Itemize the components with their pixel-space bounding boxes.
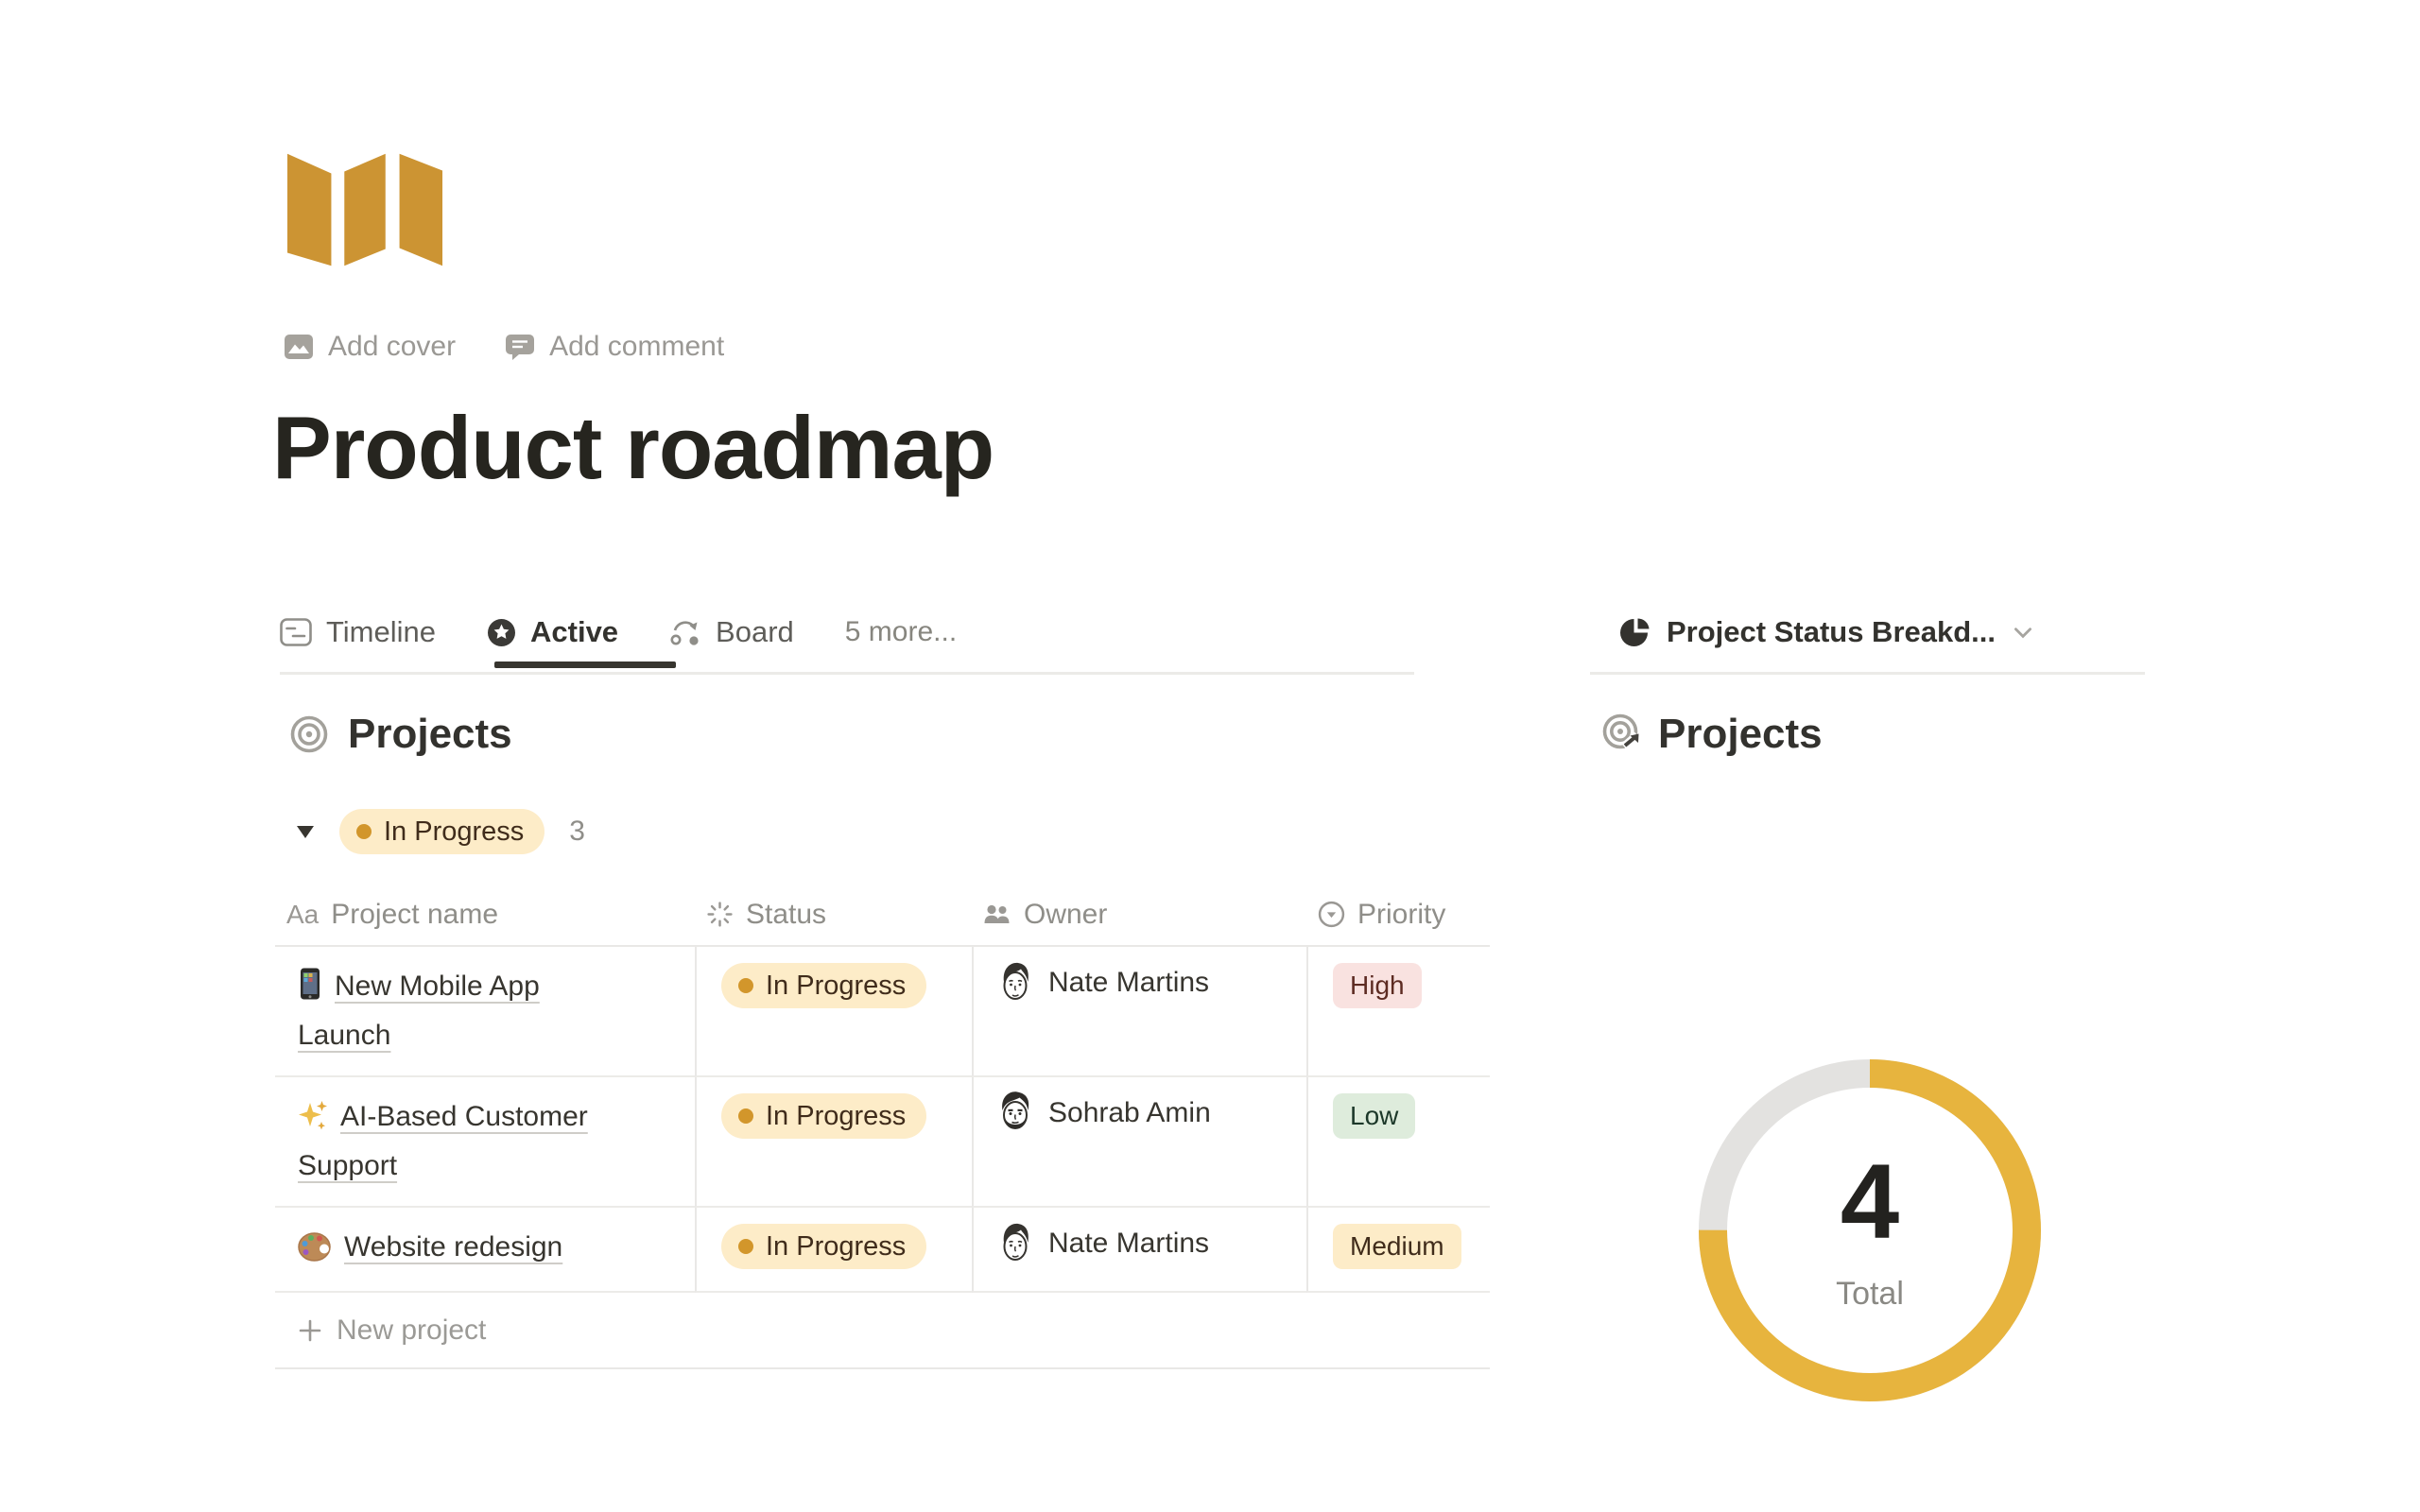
page-title[interactable]: Product roadmap	[272, 397, 994, 499]
tabbar-divider-left	[280, 672, 1414, 675]
group-status-label: In Progress	[384, 816, 524, 848]
project-page-link[interactable]: AI-Based Customer Support	[298, 1101, 588, 1181]
sparkles-emoji	[298, 1099, 328, 1131]
table-row-cell-priority[interactable]: Medium	[1306, 1208, 1490, 1293]
status-pill-label: In Progress	[766, 1231, 906, 1263]
image-icon	[284, 334, 314, 360]
linked-view-switcher[interactable]: Project Status Breakd...	[1620, 601, 2035, 663]
table-row-cell-name[interactable]: Website redesign	[275, 1208, 695, 1293]
add-cover-label: Add cover	[328, 331, 456, 363]
active-tab-underline	[494, 662, 676, 668]
toggle-triangle-icon[interactable]	[296, 824, 315, 839]
tab-timeline-label: Timeline	[326, 615, 436, 649]
table-row-cell-name[interactable]: New Mobile App Launch	[275, 947, 695, 1077]
tabs-more-button[interactable]: 5 more...	[845, 616, 957, 648]
table-row-cell-owner[interactable]: Sohrab Amin	[972, 1077, 1306, 1208]
tab-active[interactable]: Active	[487, 615, 618, 649]
table-row-cell-priority[interactable]: Low	[1306, 1077, 1490, 1208]
comment-icon	[505, 334, 535, 361]
tabbar-divider-right	[1590, 672, 2145, 675]
table-row-cell-owner[interactable]: Nate Martins	[972, 1208, 1306, 1293]
new-project-label: New project	[337, 1314, 486, 1347]
column-label-project-name: Project name	[331, 899, 498, 931]
column-header-owner[interactable]: Owner	[972, 884, 1306, 947]
table-row-cell-status[interactable]: In Progress	[695, 1077, 972, 1208]
donut-center: 4 Total	[1681, 1041, 2059, 1419]
owner-name: Sohrab Amin	[1048, 1091, 1211, 1136]
column-header-status[interactable]: Status	[695, 884, 972, 947]
tab-active-label: Active	[530, 615, 618, 649]
tab-timeline[interactable]: Timeline	[280, 615, 436, 649]
project-page-link[interactable]: New Mobile App Launch	[298, 971, 540, 1051]
project-page-link[interactable]: Website redesign	[344, 1231, 562, 1263]
plus-icon	[298, 1318, 322, 1343]
page-actions: Add cover Add comment	[284, 331, 724, 363]
projects-section-heading: Projects	[289, 711, 512, 758]
add-cover-button[interactable]: Add cover	[284, 331, 456, 363]
projects-heading-text[interactable]: Projects	[348, 711, 512, 758]
people-icon	[983, 902, 1011, 927]
table-row-cell-status[interactable]: In Progress	[695, 1208, 972, 1293]
linked-projects-heading-text[interactable]: Projects	[1658, 711, 1823, 758]
select-icon	[1318, 901, 1345, 928]
donut-total-label: Total	[1836, 1276, 1904, 1313]
add-comment-label: Add comment	[549, 331, 724, 363]
column-header-project-name[interactable]: Aa Project name	[275, 884, 695, 947]
status-pill-label: In Progress	[766, 1101, 906, 1132]
priority-pill: Low	[1333, 1093, 1415, 1139]
table-row-cell-owner[interactable]: Nate Martins	[972, 947, 1306, 1077]
chevron-down-icon	[2011, 620, 2035, 644]
new-project-button[interactable]: New project	[275, 1293, 1490, 1369]
group-status-pill[interactable]: In Progress	[339, 809, 544, 854]
column-header-priority[interactable]: Priority	[1306, 884, 1490, 947]
projects-table: Aa Project name Status	[275, 884, 1490, 1369]
column-label-owner: Owner	[1024, 899, 1107, 931]
status-group-header: In Progress 3	[296, 808, 585, 855]
column-label-status: Status	[746, 899, 826, 931]
add-comment-button[interactable]: Add comment	[505, 331, 724, 363]
priority-pill: Medium	[1333, 1224, 1461, 1269]
column-label-priority: Priority	[1357, 899, 1445, 931]
smartphone-emoji	[298, 967, 322, 1001]
status-dot	[356, 824, 372, 839]
owner-name: Nate Martins	[1048, 1221, 1209, 1266]
pie-chart-icon	[1620, 617, 1651, 648]
palette-emoji	[298, 1232, 332, 1262]
linked-projects-heading: Projects	[1601, 711, 1823, 758]
owner-name: Nate Martins	[1048, 960, 1209, 1005]
avatar-nate-martins	[998, 960, 1032, 1004]
text-type-icon: Aa	[286, 900, 319, 930]
notion-page: Add cover Add comment Product roadmap Ti…	[0, 0, 2420, 1512]
status-dot	[738, 1239, 753, 1254]
table-row-cell-priority[interactable]: High	[1306, 947, 1490, 1077]
tab-board[interactable]: Board	[669, 615, 794, 649]
target-arrow-icon	[1601, 713, 1645, 756]
status-spinner-icon	[706, 901, 734, 928]
target-icon	[289, 714, 329, 754]
tab-board-label: Board	[716, 615, 794, 649]
group-count: 3	[569, 816, 585, 848]
status-dot	[738, 1108, 753, 1124]
view-tabs: Timeline Active Board 5 more...	[280, 601, 957, 663]
map-icon[interactable]	[287, 149, 444, 268]
timeline-icon	[280, 618, 312, 646]
linked-view-title: Project Status Breakd...	[1667, 615, 1996, 649]
status-dot	[738, 978, 753, 993]
status-pill-label: In Progress	[766, 971, 906, 1002]
avatar-sohrab-amin	[998, 1091, 1032, 1134]
star-circle-icon	[487, 618, 516, 647]
board-icon	[669, 618, 701, 646]
priority-pill: High	[1333, 963, 1422, 1008]
avatar-nate-martins	[998, 1221, 1032, 1264]
table-row-cell-status[interactable]: In Progress	[695, 947, 972, 1077]
table-row-cell-name[interactable]: AI-Based Customer Support	[275, 1077, 695, 1208]
donut-total-value: 4	[1841, 1149, 1899, 1255]
